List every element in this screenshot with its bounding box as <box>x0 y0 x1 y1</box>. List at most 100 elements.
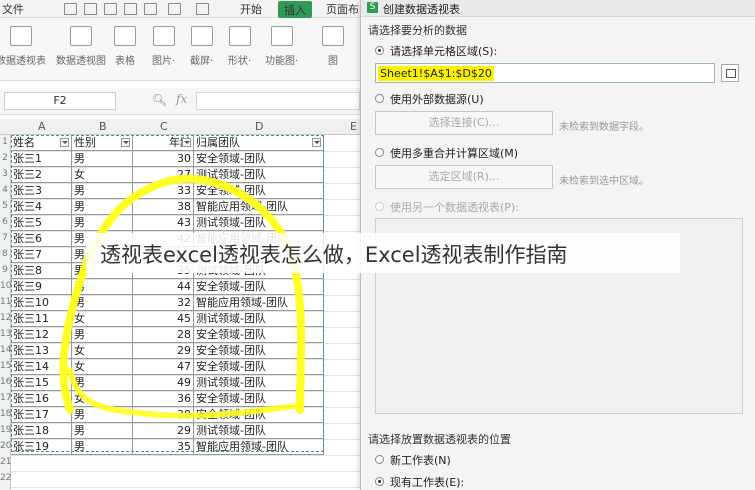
table-cell[interactable]: 张三13 <box>11 343 72 359</box>
column-header-d[interactable]: D <box>255 120 263 133</box>
header-cell[interactable]: 年龄 <box>133 135 194 151</box>
table-cell[interactable]: 测试领域-团队 <box>194 375 324 391</box>
table-cell[interactable]: 安全领域-团队 <box>194 327 324 343</box>
row-header[interactable]: 12 <box>0 313 11 323</box>
table-cell[interactable]: 张三10 <box>11 295 72 311</box>
formula-input[interactable] <box>196 92 360 110</box>
table-cell[interactable]: 29 <box>133 343 194 359</box>
table-cell[interactable]: 张三2 <box>11 167 72 183</box>
row-header[interactable]: 16 <box>0 377 11 387</box>
empty-row[interactable] <box>11 455 360 472</box>
table-cell[interactable]: 男 <box>72 407 133 423</box>
zoom-icon[interactable]: 🔍︎ <box>152 93 167 107</box>
function-chart-button[interactable]: 功能图· <box>265 26 298 67</box>
fx-icon[interactable]: fx <box>176 92 187 106</box>
table-cell[interactable]: 张三7 <box>11 247 72 263</box>
menu-page-layout[interactable]: 页面布 <box>326 1 359 17</box>
row-header[interactable]: 14 <box>0 345 11 355</box>
row-header[interactable]: 4 <box>0 185 10 195</box>
table-cell[interactable]: 男 <box>72 183 133 199</box>
row-header[interactable]: 15 <box>0 361 11 371</box>
menu-insert[interactable]: 插入 <box>278 1 312 18</box>
table-cell[interactable]: 安全领域-团队 <box>194 391 324 407</box>
row-header[interactable]: 13 <box>0 329 11 339</box>
table-cell[interactable]: 男 <box>72 151 133 167</box>
radio-other-pivot[interactable] <box>375 202 384 211</box>
row-header[interactable]: 5 <box>0 201 10 211</box>
table-cell[interactable]: 张三16 <box>11 391 72 407</box>
undo-icon[interactable] <box>168 3 181 15</box>
range-input[interactable]: Sheet1!$A$1:$D$20 <box>375 63 715 83</box>
row-header[interactable]: 9 <box>0 265 10 275</box>
row-header[interactable]: 20 <box>0 441 11 451</box>
table-cell[interactable]: 33 <box>133 183 194 199</box>
table-cell[interactable]: 28 <box>133 327 194 343</box>
picture-button[interactable]: 图片· <box>152 26 175 67</box>
row-header[interactable]: 3 <box>0 169 10 179</box>
row-header[interactable]: 1 <box>0 137 10 147</box>
menu-file[interactable]: 文件 <box>2 1 24 17</box>
row-header[interactable]: 2 <box>0 153 10 163</box>
range-picker-icon[interactable] <box>721 64 739 82</box>
option-multi-label[interactable]: 使用多重合并计算区域(M) <box>390 145 518 161</box>
spreadsheet-grid[interactable]: 姓名 性别 年龄 归属团队 张三1 男 30 安全领域-团队 张三2 女 27 测试领域-团队 张三3 男… <box>11 135 360 490</box>
empty-row[interactable] <box>11 471 360 488</box>
table-cell[interactable]: 男 <box>72 279 133 295</box>
table-cell[interactable]: 45 <box>133 311 194 327</box>
table-cell[interactable]: 38 <box>133 407 194 423</box>
table-cell[interactable]: 张三15 <box>11 375 72 391</box>
radio-existing-sheet[interactable] <box>375 477 384 486</box>
table-cell[interactable]: 安全领域-团队 <box>194 151 324 167</box>
table-cell[interactable]: 安全领域-团队 <box>194 279 324 295</box>
table-cell[interactable]: 智能应用领域-团队 <box>194 439 324 455</box>
radio-external[interactable] <box>375 94 384 103</box>
column-header-c[interactable]: C <box>160 120 168 133</box>
table-cell[interactable]: 测试领域-团队 <box>194 215 324 231</box>
table-cell[interactable]: 女 <box>72 311 133 327</box>
redo-icon[interactable] <box>196 3 209 15</box>
table-cell[interactable]: 女 <box>72 391 133 407</box>
header-cell[interactable]: 性别 <box>72 135 133 151</box>
table-cell[interactable]: 张三1 <box>11 151 72 167</box>
pivot-chart-button[interactable]: 数据透视图 <box>56 26 106 67</box>
option-new-sheet-label[interactable]: 新工作表(N) <box>390 452 451 468</box>
table-cell[interactable]: 张三11 <box>11 311 72 327</box>
table-cell[interactable]: 女 <box>72 167 133 183</box>
table-cell[interactable]: 测试领域-团队 <box>194 167 324 183</box>
table-cell[interactable]: 男 <box>72 295 133 311</box>
table-cell[interactable]: 35 <box>133 439 194 455</box>
filter-dropdown-icon[interactable] <box>60 138 69 147</box>
table-cell[interactable]: 张三4 <box>11 199 72 215</box>
table-cell[interactable]: 男 <box>72 327 133 343</box>
table-cell[interactable]: 男 <box>72 423 133 439</box>
preview-icon[interactable] <box>124 3 137 15</box>
table-cell[interactable]: 安全领域-团队 <box>194 183 324 199</box>
table-cell[interactable]: 测试领域-团队 <box>194 423 324 439</box>
table-cell[interactable]: 智能应用领域-团队 <box>194 295 324 311</box>
option-external-label[interactable]: 使用外部数据源(U) <box>390 91 484 107</box>
table-cell[interactable]: 36 <box>133 391 194 407</box>
table-cell[interactable]: 29 <box>133 423 194 439</box>
table-cell[interactable]: 男 <box>72 199 133 215</box>
header-cell[interactable]: 归属团队 <box>194 135 324 151</box>
table-cell[interactable]: 男 <box>72 375 133 391</box>
table-cell[interactable]: 男 <box>72 215 133 231</box>
table-button[interactable]: 表格 <box>114 26 136 67</box>
save-icon[interactable] <box>84 3 97 15</box>
table-cell[interactable]: 张三18 <box>11 423 72 439</box>
table-cell[interactable]: 张三19 <box>11 439 72 455</box>
row-header[interactable]: 11 <box>0 297 11 307</box>
option-range-label[interactable]: 请选择单元格区域(S): <box>390 43 497 59</box>
table-cell[interactable]: 安全领域-团队 <box>194 359 324 375</box>
table-cell[interactable]: 43 <box>133 215 194 231</box>
option-existing-sheet-label[interactable]: 现有工作表(E): <box>390 474 464 490</box>
table-cell[interactable]: 张三8 <box>11 263 72 279</box>
table-cell[interactable]: 49 <box>133 375 194 391</box>
screenshot-button[interactable]: 截屏· <box>190 26 213 67</box>
table-cell[interactable]: 张三6 <box>11 231 72 247</box>
table-cell[interactable]: 女 <box>72 343 133 359</box>
select-connection-button[interactable]: 选择连接(C)... <box>375 111 553 135</box>
table-cell[interactable]: 张三17 <box>11 407 72 423</box>
table-cell[interactable]: 男 <box>72 439 133 455</box>
radio-new-sheet[interactable] <box>375 455 384 464</box>
